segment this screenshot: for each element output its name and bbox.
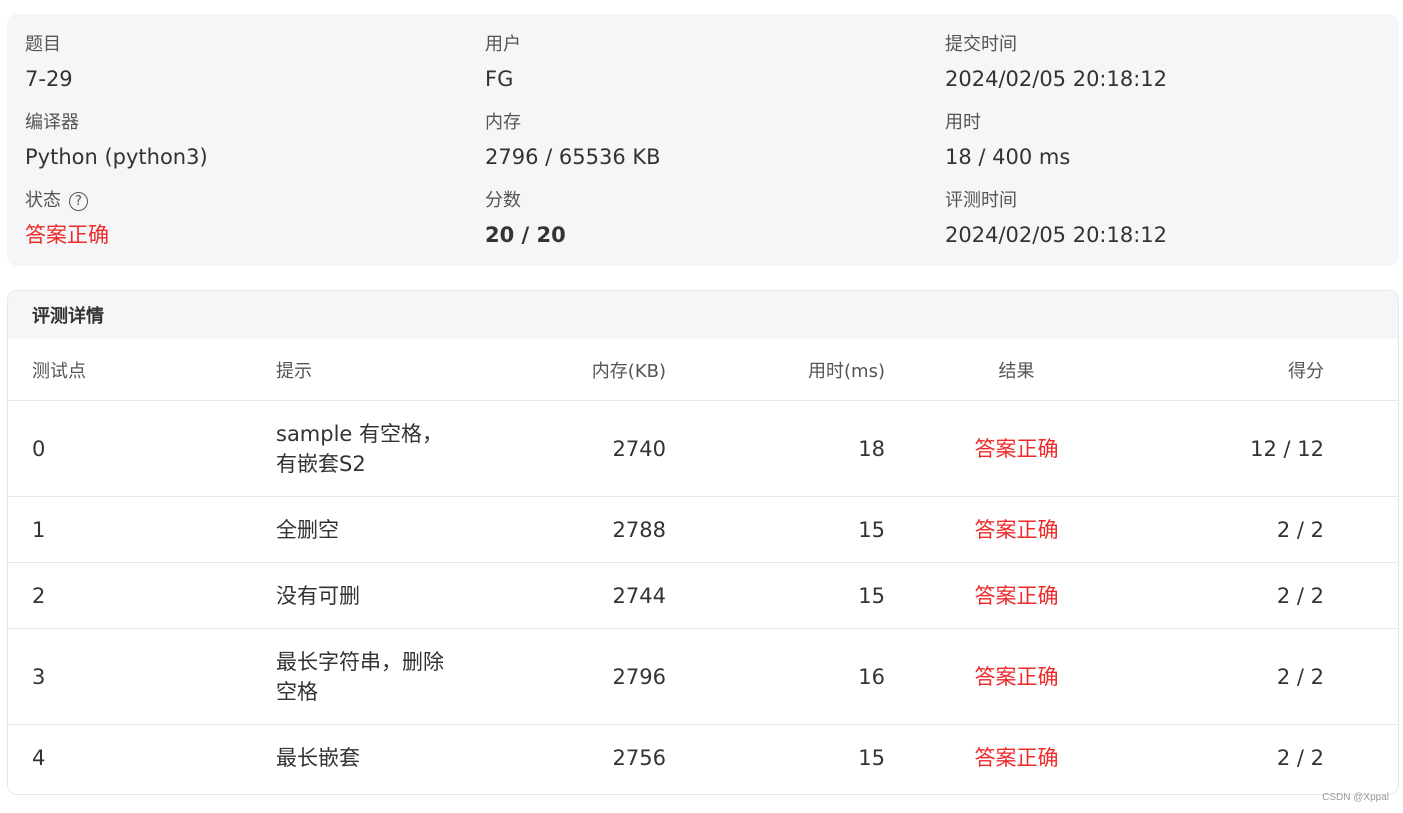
table-row: 1 全删空 2788 15 答案正确 2 / 2 (8, 496, 1398, 563)
compiler-cell: 编译器 Python (python3) (25, 112, 465, 170)
case-hint: 没有可删 (276, 562, 476, 629)
case-hint-text: 最长字符串，删除空格 (276, 649, 444, 704)
table-row: 4 最长嵌套 2756 15 答案正确 2 / 2 (8, 725, 1398, 791)
case-result: 答案正确 (885, 400, 1148, 497)
row-spacer (1324, 400, 1398, 497)
case-result: 答案正确 (885, 496, 1148, 563)
case-memory: 2756 (612, 745, 666, 770)
case-time: 16 (666, 628, 885, 725)
time-label: 用时 (945, 112, 981, 133)
compiler-label: 编译器 (25, 112, 79, 133)
case-hint: 全删空 (276, 496, 476, 563)
user-label: 用户 (485, 34, 521, 55)
table-row: 0 sample 有空格，有嵌套S2 2740 18 答案正确 12 / 12 (8, 400, 1398, 497)
case-id: 2 (8, 562, 276, 629)
case-hint-text: sample 有空格，有嵌套S2 (276, 421, 444, 476)
case-hint: sample 有空格，有嵌套S2 (276, 400, 476, 497)
submit-time-value: 2024/02/05 20:18:12 (945, 67, 1168, 91)
header-memory: 内存(KB) (476, 339, 666, 401)
status-value: 答案正确 (25, 223, 109, 247)
case-hint-text: 全删空 (276, 517, 339, 542)
header-time: 用时(ms) (666, 339, 885, 401)
judge-details-title: 评测详情 (8, 291, 1398, 339)
header-result: 结果 (885, 339, 1148, 401)
time-cell: 用时 18 / 400 ms (945, 112, 1385, 170)
case-result: 答案正确 (974, 745, 1059, 770)
case-result: 答案正确 (885, 562, 1148, 629)
case-score: 12 / 12 (1148, 400, 1324, 497)
case-hint-text: 没有可删 (276, 583, 360, 608)
table-row: 3 最长字符串，删除空格 2796 16 答案正确 2 / 2 (8, 628, 1398, 725)
case-id: 1 (8, 496, 276, 563)
memory-label: 内存 (485, 112, 521, 133)
user-cell: 用户 FG (485, 34, 925, 92)
status-label-row: 状态 ? (25, 190, 465, 212)
header-hint: 提示 (276, 339, 476, 401)
submission-summary: 题目 7-29 用户 FG 提交时间 2024/02/05 20:18:12 编… (7, 14, 1399, 266)
table-header-row: 测试点 提示 内存(KB) 用时(ms) 结果 得分 (8, 339, 1398, 401)
problem-label: 题目 (25, 34, 61, 55)
submit-time-cell: 提交时间 2024/02/05 20:18:12 (945, 34, 1385, 92)
judge-details-panel: 评测详情 测试点 提示 内存(KB) 用时(ms) 结果 得分 0 sample… (7, 290, 1399, 795)
score-label: 分数 (485, 190, 521, 211)
case-result: 答案正确 (885, 628, 1148, 725)
case-time: 15 (666, 562, 885, 629)
case-score: 2 / 2 (1148, 496, 1324, 563)
problem-value: 7-29 (25, 67, 73, 91)
memory-value: 2796 / 65536 KB (485, 145, 661, 169)
user-value: FG (485, 67, 514, 91)
table-row: 2 没有可删 2744 15 答案正确 2 / 2 (8, 562, 1398, 629)
watermark: CSDN @Xppal (1322, 792, 1389, 803)
case-hint: 最长嵌套 (276, 725, 476, 791)
compiler-value: Python (python3) (25, 145, 208, 169)
case-hint: 最长字符串，删除空格 (276, 628, 476, 725)
score-value: 20 / 20 (485, 223, 566, 247)
case-memory: 2788 (476, 496, 666, 563)
header-score: 得分 (1148, 339, 1324, 401)
judge-time-cell: 评测时间 2024/02/05 20:18:12 (945, 190, 1385, 248)
status-cell: 状态 ? 答案正确 (25, 190, 465, 248)
submit-time-label: 提交时间 (945, 34, 1017, 55)
header-spacer (1324, 339, 1398, 401)
help-circle-icon[interactable]: ? (69, 191, 88, 211)
header-case: 测试点 (8, 339, 276, 401)
row-spacer (1324, 628, 1398, 725)
row-spacer (1324, 725, 1398, 791)
case-memory: 2796 (476, 628, 666, 725)
case-score: 2 / 2 (1148, 628, 1324, 725)
case-hint-text: 最长嵌套 (276, 745, 360, 770)
time-value: 18 / 400 ms (945, 145, 1071, 169)
score-cell: 分数 20 / 20 (485, 190, 925, 248)
case-score: 2 / 2 (1148, 562, 1324, 629)
case-memory: 2744 (476, 562, 666, 629)
row-spacer (1324, 496, 1398, 563)
status-label: 状态 (25, 190, 61, 211)
row-spacer (1324, 562, 1398, 629)
judge-details-table: 测试点 提示 内存(KB) 用时(ms) 结果 得分 0 sample 有空格，… (8, 339, 1398, 791)
judge-time-label: 评测时间 (945, 190, 1017, 211)
case-id: 3 (8, 628, 276, 725)
case-score: 2 / 2 (1276, 745, 1324, 770)
problem-cell: 题目 7-29 (25, 34, 465, 92)
judge-time-value: 2024/02/05 20:18:12 (945, 223, 1168, 247)
case-memory: 2740 (476, 400, 666, 497)
case-time: 15 (666, 496, 885, 563)
memory-cell: 内存 2796 / 65536 KB (485, 112, 925, 170)
case-time: 18 (666, 400, 885, 497)
case-id: 4 (32, 745, 46, 770)
case-id: 0 (8, 400, 276, 497)
case-time: 15 (858, 745, 885, 770)
